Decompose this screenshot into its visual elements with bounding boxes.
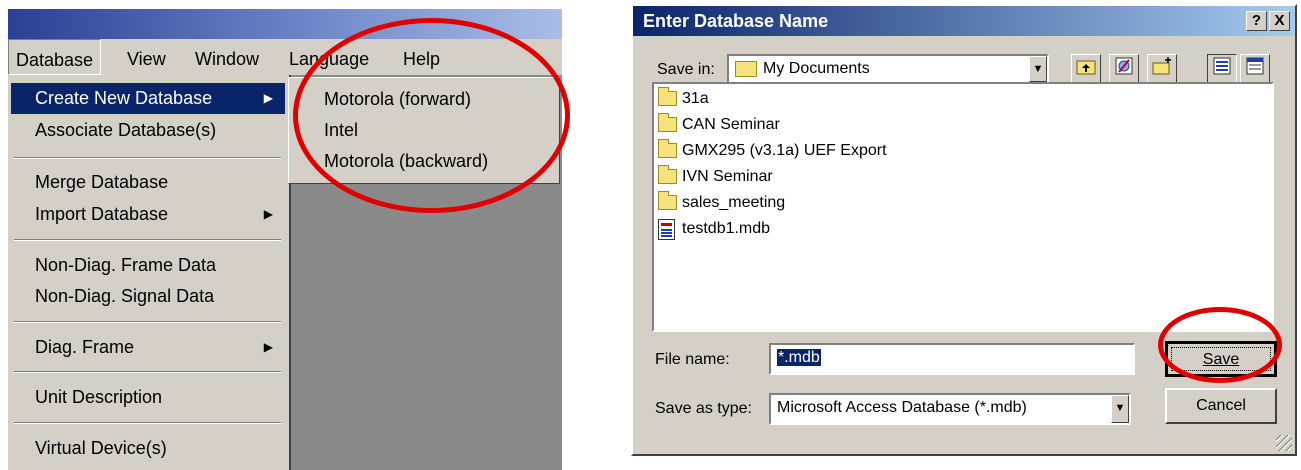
- my-documents-folder-icon: [735, 61, 757, 77]
- submenu-item-motorola-backward[interactable]: Motorola (backward): [291, 146, 557, 177]
- menu-item-merge-database[interactable]: Merge Database: [11, 167, 285, 198]
- save-in-combobox[interactable]: My Documents ▼: [727, 54, 1049, 84]
- submenu-item-motorola-forward[interactable]: Motorola (forward): [291, 84, 557, 115]
- resize-grip[interactable]: [1276, 435, 1292, 451]
- menu-bar: Database View Window Language Help: [8, 39, 562, 75]
- menu-help[interactable]: Help: [396, 39, 447, 75]
- menu-item-label: Non-Diag. Frame Data: [35, 255, 217, 275]
- menu-item-label: Create New Database: [35, 88, 213, 108]
- app-title-bar: [8, 9, 562, 39]
- search-web-icon: [1115, 57, 1133, 75]
- menu-item-label: Import Database: [35, 204, 169, 224]
- file-name-label: File name:: [655, 351, 730, 368]
- menu-item-label: Associate Database(s): [35, 120, 217, 140]
- chevron-down-icon[interactable]: ▼: [1029, 56, 1047, 82]
- file-name: 31a: [682, 90, 709, 107]
- up-folder-icon: [1076, 60, 1096, 75]
- menu-item-unit-description[interactable]: Unit Description: [11, 382, 285, 413]
- menu-item-label: Merge Database: [35, 172, 169, 192]
- create-new-folder-button[interactable]: [1147, 54, 1177, 84]
- menu-screenshot: Database View Window Language Help Creat…: [0, 0, 570, 470]
- save-button[interactable]: Save: [1165, 341, 1277, 377]
- details-view-button[interactable]: [1240, 54, 1270, 84]
- menu-language[interactable]: Language: [282, 39, 376, 75]
- file-name-field[interactable]: *.mdb: [769, 343, 1135, 375]
- menu-separator: [14, 239, 281, 241]
- dialog-title-bar: Enter Database Name ? X: [633, 6, 1295, 36]
- save-as-type-select[interactable]: Microsoft Access Database (*.mdb) ▼: [769, 393, 1131, 425]
- save-as-type-value: Microsoft Access Database (*.mdb): [777, 399, 1027, 416]
- submenu-item-intel[interactable]: Intel: [291, 115, 557, 146]
- file-name: testdb1.mdb: [682, 220, 771, 237]
- save-button-label: Save: [1202, 351, 1240, 368]
- file-name-value: *.mdb: [777, 349, 821, 366]
- help-button[interactable]: ?: [1246, 11, 1267, 31]
- search-web-button[interactable]: [1109, 54, 1139, 84]
- folder-icon: [658, 87, 677, 106]
- database-file-icon: [658, 219, 675, 240]
- save-in-value: My Documents: [763, 60, 870, 77]
- menu-item-import-database[interactable]: Import Database ▶: [11, 199, 285, 230]
- menu-item-diag-frame[interactable]: Diag. Frame ▶: [11, 332, 285, 363]
- folder-icon: [658, 191, 677, 210]
- menu-item-associate-database[interactable]: Associate Database(s): [11, 115, 285, 146]
- menu-item-label: Non-Diag. Signal Data: [35, 286, 215, 306]
- menu-window[interactable]: Window: [188, 39, 266, 75]
- menu-item-label: Diag. Frame: [35, 337, 135, 357]
- file-name: CAN Seminar: [682, 116, 780, 133]
- menu-item-non-diag-frame-data[interactable]: Non-Diag. Frame Data: [11, 250, 285, 281]
- menu-database[interactable]: Database: [8, 39, 102, 75]
- enter-database-name-dialog: Enter Database Name ? X Save in: My Docu…: [631, 4, 1297, 456]
- close-button[interactable]: X: [1269, 11, 1290, 31]
- menu-item-create-new-database[interactable]: Create New Database ▶: [11, 83, 285, 114]
- submenu-arrow-icon: ▶: [263, 340, 273, 354]
- file-name: GMX295 (v3.1a) UEF Export: [682, 142, 887, 159]
- submenu-arrow-icon: ▶: [263, 207, 273, 221]
- submenu-arrow-icon: ▶: [263, 91, 273, 105]
- menu-separator: [14, 371, 281, 373]
- up-one-level-button[interactable]: [1071, 54, 1101, 84]
- list-view-icon: [1213, 57, 1231, 75]
- file-name: IVN Seminar: [682, 168, 773, 185]
- save-in-label: Save in:: [657, 61, 715, 78]
- chevron-down-icon[interactable]: ▼: [1111, 395, 1129, 423]
- folder-icon: [658, 165, 677, 184]
- cancel-button[interactable]: Cancel: [1165, 388, 1277, 424]
- file-name: sales_meeting: [682, 194, 786, 211]
- folder-icon: [658, 113, 677, 132]
- menu-separator: [14, 321, 281, 323]
- cancel-button-label: Cancel: [1196, 397, 1246, 414]
- menu-item-virtual-devices[interactable]: Virtual Device(s): [11, 433, 285, 464]
- new-folder-icon: [1152, 57, 1171, 75]
- menu-separator: [14, 422, 281, 424]
- file-list: 31a CAN Seminar GMX295 (v3.1a) UEF Expor…: [652, 82, 1274, 332]
- menu-item-label: Virtual Device(s): [35, 438, 167, 458]
- menu-view[interactable]: View: [120, 39, 173, 75]
- create-database-submenu: Motorola (forward) Intel Motorola (backw…: [288, 77, 560, 184]
- menu-item-non-diag-signal-data[interactable]: Non-Diag. Signal Data: [11, 281, 285, 312]
- details-view-icon: [1246, 57, 1264, 75]
- save-as-type-label: Save as type:: [655, 400, 752, 417]
- dialog-title: Enter Database Name: [643, 11, 829, 31]
- list-view-button[interactable]: [1207, 54, 1237, 84]
- folder-icon: [658, 139, 677, 158]
- menu-item-label: Unit Description: [35, 387, 163, 407]
- menu-separator: [14, 157, 281, 159]
- database-dropdown-menu: Create New Database ▶ Associate Database…: [8, 75, 291, 470]
